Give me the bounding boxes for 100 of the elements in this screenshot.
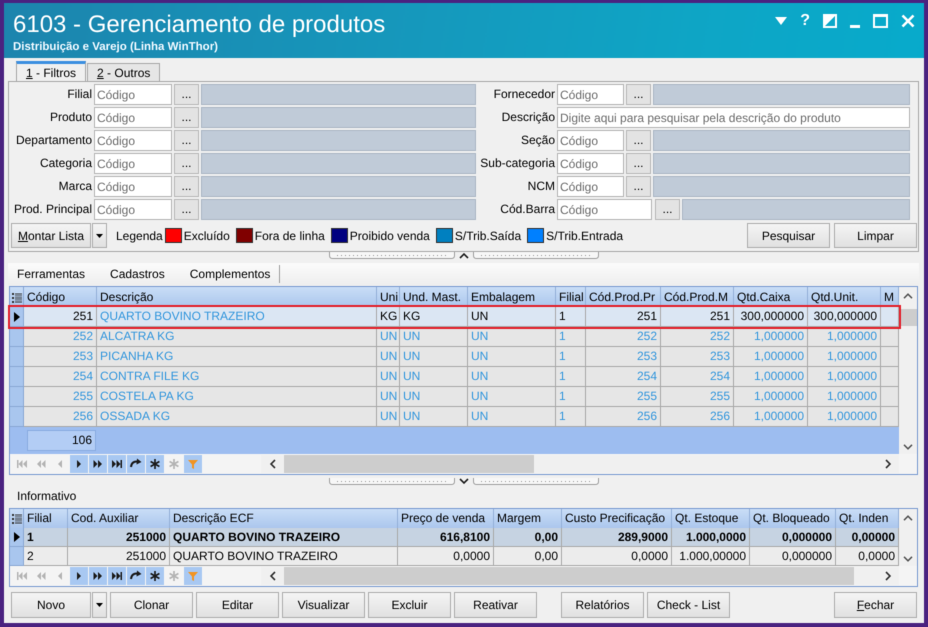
- checklist-button[interactable]: Check - List: [647, 592, 730, 618]
- table-cell: UN: [468, 307, 556, 327]
- legend-label: S/Trib.Entrada: [546, 228, 624, 242]
- row-pointer-icon: [14, 312, 20, 322]
- grip-handle-icon[interactable]: [472, 252, 598, 259]
- chevron-down-icon[interactable]: [903, 556, 913, 562]
- field-label: Prod. Principal: [12, 201, 92, 218]
- menu-item[interactable]: Complementos: [180, 263, 280, 285]
- reactivate-button[interactable]: Reativar: [454, 592, 537, 618]
- chevron-down-icon[interactable]: [903, 444, 913, 450]
- dropdown-button[interactable]: [92, 223, 107, 248]
- grip-handle-icon[interactable]: [328, 478, 454, 485]
- field-label: Sub-categoria: [479, 155, 555, 172]
- table-row[interactable]: 251 QUARTO BOVINO TRAZEIRO KG KG UN 1 251 251 300,000000 300,000000: [10, 307, 899, 327]
- half-filled-square-icon[interactable]: [823, 14, 837, 28]
- code-field[interactable]: Código: [557, 130, 624, 151]
- chevron-right-icon[interactable]: [885, 571, 891, 581]
- field-label: Categoria: [38, 155, 92, 172]
- field-label: Fornecedor: [492, 86, 555, 103]
- lookup-button[interactable]: ...: [626, 130, 651, 151]
- field-label: Cód.Barra: [499, 201, 555, 218]
- window-title: 6103 - Gerenciamento de produtos: [13, 11, 386, 39]
- table-cell: 300,000000: [808, 307, 881, 327]
- legend-label: Fora de linha: [254, 228, 325, 242]
- chevron-left-icon[interactable]: [270, 571, 276, 581]
- asterisk-icon[interactable]: [146, 567, 164, 585]
- caret-down-icon[interactable]: [458, 478, 468, 485]
- caret-up-icon[interactable]: [458, 252, 468, 259]
- search-field[interactable]: Digite aqui para pesquisar pela descrição do produto: [557, 107, 910, 128]
- lookup-button[interactable]: ...: [174, 130, 199, 151]
- chevron-up-icon[interactable]: [903, 515, 913, 521]
- lookup-button[interactable]: ...: [174, 153, 199, 174]
- lookup-button[interactable]: ...: [626, 176, 651, 197]
- field-label: Produto: [48, 109, 92, 126]
- caret-down-icon: [96, 603, 103, 607]
- field-label: Seção: [520, 132, 555, 149]
- chevron-left-icon[interactable]: [270, 459, 276, 469]
- menu-item[interactable]: Ferramentas: [8, 263, 94, 285]
- chevron-right-icon[interactable]: [885, 459, 891, 469]
- search-button[interactable]: Pesquisar: [747, 223, 830, 248]
- table-cell: 251: [661, 307, 734, 327]
- table-cell: KG: [377, 307, 400, 327]
- clone-button[interactable]: Clonar: [110, 592, 193, 618]
- vertical-scrollbar[interactable]: [899, 509, 917, 566]
- code-field[interactable]: Código: [94, 176, 172, 197]
- tab[interactable]: 1 - Filtros: [16, 61, 86, 81]
- code-field[interactable]: Código: [94, 84, 172, 105]
- tab[interactable]: 2 - Outros: [87, 63, 160, 81]
- row-selector[interactable]: [10, 307, 24, 327]
- vertical-scrollbar[interactable]: [899, 287, 917, 454]
- view-button[interactable]: Visualizar: [282, 592, 365, 618]
- table-cell: 251: [24, 307, 97, 327]
- clear-button[interactable]: Limpar: [834, 223, 917, 248]
- lookup-button[interactable]: ...: [174, 107, 199, 128]
- edit-button[interactable]: Editar: [196, 592, 279, 618]
- delete-button[interactable]: Excluir: [368, 592, 451, 618]
- close-button[interactable]: Fechar: [834, 592, 917, 618]
- row-selector[interactable]: [10, 528, 24, 547]
- skip-to-end-icon[interactable]: [108, 567, 126, 585]
- field-label: NCM: [526, 178, 555, 195]
- skip-to-end-icon[interactable]: [108, 455, 126, 473]
- dropdown-button[interactable]: [92, 592, 107, 618]
- lookup-button[interactable]: ...: [626, 84, 651, 105]
- lookup-button[interactable]: ...: [174, 176, 199, 197]
- code-field[interactable]: Código: [557, 199, 652, 220]
- code-field[interactable]: Código: [557, 176, 624, 197]
- lookup-button[interactable]: ...: [174, 199, 199, 220]
- lookup-button[interactable]: ...: [174, 84, 199, 105]
- window-subtitle: Distribuição e Varejo (Linha WinThor): [13, 40, 220, 54]
- grip-handle-icon[interactable]: [472, 478, 598, 485]
- lookup-button[interactable]: ...: [655, 199, 680, 220]
- field-label: Filial: [66, 86, 92, 103]
- code-field[interactable]: Código: [557, 153, 624, 174]
- code-field[interactable]: Código: [94, 153, 172, 174]
- table-row[interactable]: 1 251000 QUARTO BOVINO TRAZEIRO 616,8100 0,00 289,9000 1.000,0000 0,000000 0,00000: [10, 528, 899, 547]
- section-title: Informativo: [17, 489, 76, 503]
- lookup-button[interactable]: ...: [626, 153, 651, 174]
- horizontal-scrollbar[interactable]: [261, 455, 899, 473]
- grip-handle-icon[interactable]: [328, 252, 454, 259]
- reports-button[interactable]: Relatórios: [561, 592, 644, 618]
- legend-label: S/Trib.Saída: [454, 228, 522, 242]
- new-button[interactable]: Novo: [11, 592, 91, 618]
- code-field[interactable]: Código: [94, 107, 172, 128]
- table-row[interactable]: 2 251000 QUARTO BOVINO TRAZEIRO 0,0000 0,00 0,0000 1.000,00000 0,000000 0,0000: [10, 547, 899, 566]
- table-cell: 300,000000: [734, 307, 808, 327]
- chevron-up-icon[interactable]: [903, 293, 913, 299]
- maximize-icon[interactable]: [873, 14, 888, 28]
- build-list-button[interactable]: Montar Lista: [11, 223, 91, 248]
- code-field[interactable]: Código: [94, 199, 172, 220]
- asterisk-icon[interactable]: [146, 455, 164, 473]
- code-field[interactable]: Código: [94, 130, 172, 151]
- table-cell: KG: [400, 307, 468, 327]
- row-pointer-icon: [14, 532, 20, 542]
- close-icon[interactable]: [901, 14, 915, 28]
- scrollbar-thumb[interactable]: [284, 455, 534, 473]
- column-list-icon[interactable]: [12, 513, 22, 524]
- code-field[interactable]: Código: [557, 84, 624, 105]
- legend-title: Legenda: [116, 228, 163, 242]
- column-list-icon[interactable]: [12, 292, 22, 302]
- menu-item[interactable]: Cadastros: [101, 263, 174, 285]
